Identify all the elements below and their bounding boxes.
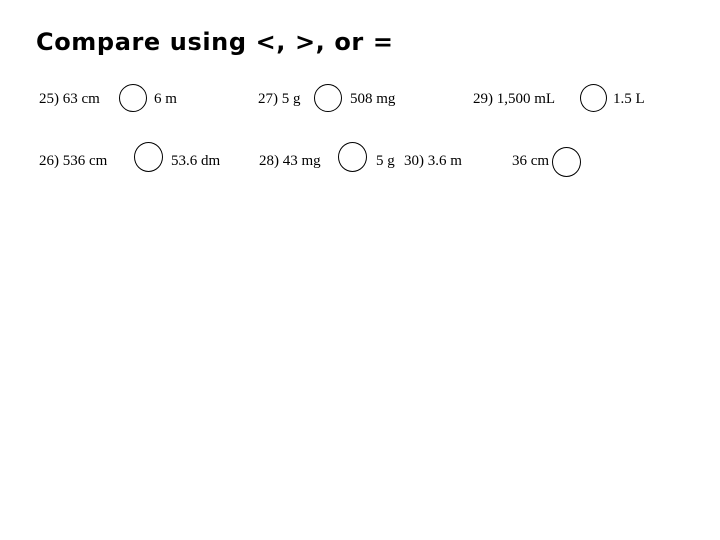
answer-circle-30[interactable] xyxy=(552,147,581,177)
problem-28-left: 28) 43 mg xyxy=(259,153,321,169)
answer-circle-26[interactable] xyxy=(134,142,163,172)
problem-30-left: 30) 3.6 m xyxy=(404,153,462,169)
problem-25-right: 6 m xyxy=(154,91,177,107)
answer-circle-25[interactable] xyxy=(119,84,147,112)
problem-29-right: 1.5 L xyxy=(613,91,645,107)
problem-26-right: 53.6 dm xyxy=(171,153,221,169)
problem-28-right: 5 g xyxy=(376,153,395,169)
problem-29-left: 29) 1,500 mL xyxy=(473,91,556,107)
problem-30-right: 36 cm xyxy=(512,153,550,169)
answer-circle-29[interactable] xyxy=(580,84,607,112)
answer-circle-27[interactable] xyxy=(314,84,342,112)
slide-canvas: Compare using <, >, or = 25) 63 cm 6 m 2… xyxy=(0,0,720,540)
answer-circle-28[interactable] xyxy=(338,142,367,172)
problem-25-left: 25) 63 cm xyxy=(39,91,100,107)
problem-27-left: 27) 5 g xyxy=(258,91,301,107)
page-title: Compare using <, >, or = xyxy=(36,28,394,56)
problem-27-right: 508 mg xyxy=(350,91,396,107)
problem-26-left: 26) 536 cm xyxy=(39,153,108,169)
